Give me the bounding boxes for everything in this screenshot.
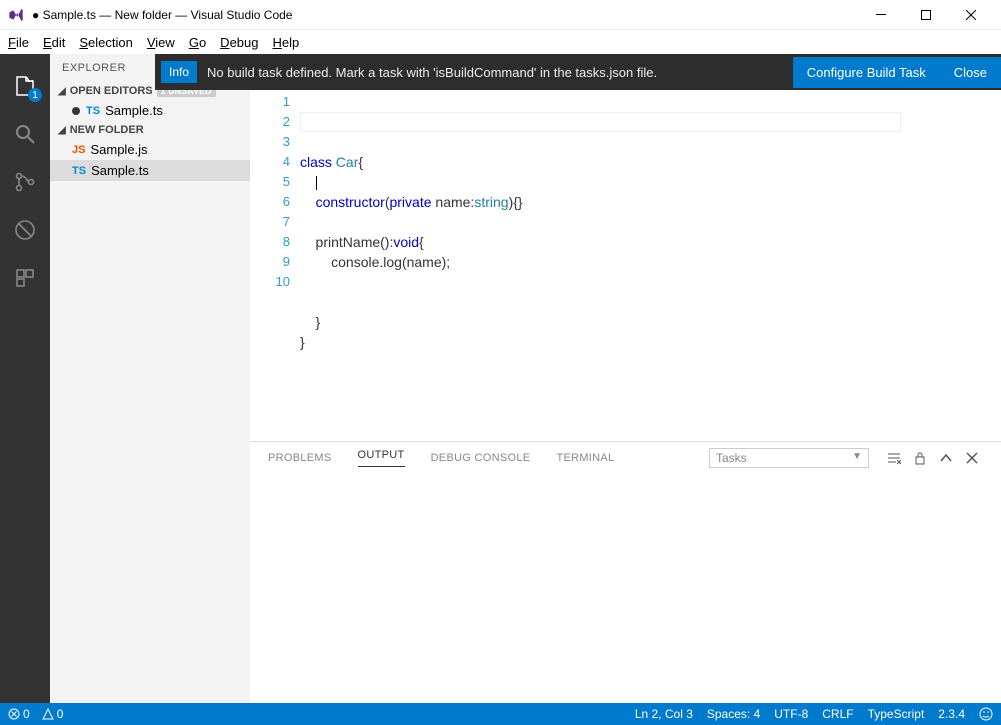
panel-tab-debug-console[interactable]: DEBUG CONSOLE [431, 452, 531, 464]
activity-explorer[interactable]: 1 [0, 62, 50, 110]
status-spaces[interactable]: Spaces: 4 [707, 707, 760, 721]
explorer-badge: 1 [28, 88, 42, 102]
titlebar: ● Sample.ts — New folder — Visual Studio… [0, 0, 1001, 30]
activity-extensions[interactable] [0, 254, 50, 302]
info-tag: Info [161, 61, 197, 83]
activity-bar: 1 [0, 54, 50, 703]
window-title: ● Sample.ts — New folder — Visual Studio… [32, 8, 858, 22]
close-notification-button[interactable]: Close [940, 57, 1001, 88]
code-editor[interactable]: 12345678910 class Car{ constructor(priva… [250, 90, 1001, 441]
folder-header[interactable]: ◢ NEW FOLDER [50, 121, 250, 139]
file-item-js[interactable]: JS Sample.js [50, 139, 250, 160]
file-ext-badge: TS [72, 165, 86, 177]
menu-edit[interactable]: Edit [43, 35, 65, 50]
status-encoding[interactable]: UTF-8 [774, 707, 808, 721]
status-eol[interactable]: CRLF [822, 707, 853, 721]
clear-output-button[interactable] [883, 447, 905, 469]
folder-label: NEW FOLDER [70, 124, 144, 136]
menu-go[interactable]: Go [189, 35, 206, 50]
maximize-panel-button[interactable] [935, 447, 957, 469]
notification-bar: Info No build task defined. Mark a task … [155, 54, 1001, 90]
status-feedback[interactable] [979, 707, 993, 721]
current-line-highlight [300, 112, 901, 132]
output-channel-select[interactable]: Tasks ▼ [709, 448, 869, 468]
menu-selection[interactable]: Selection [79, 35, 132, 50]
bottom-panel: PROBLEMS OUTPUT DEBUG CONSOLE TERMINAL T… [250, 441, 1001, 703]
chevron-down-icon: ▼ [852, 451, 862, 462]
panel-tab-output[interactable]: OUTPUT [358, 449, 405, 467]
line-number-gutter: 12345678910 [250, 90, 300, 441]
close-panel-button[interactable] [961, 447, 983, 469]
maximize-button[interactable] [903, 0, 948, 30]
status-warnings[interactable]: 0 [42, 707, 64, 721]
panel-tab-strip: PROBLEMS OUTPUT DEBUG CONSOLE TERMINAL T… [250, 442, 1001, 474]
menu-view[interactable]: View [147, 35, 175, 50]
menubar: File Edit Selection View Go Debug Help [0, 30, 1001, 54]
panel-tab-problems[interactable]: PROBLEMS [268, 452, 332, 464]
activity-scm[interactable] [0, 158, 50, 206]
status-errors[interactable]: 0 [8, 707, 30, 721]
output-body[interactable] [250, 474, 1001, 703]
file-ext-badge: TS [86, 105, 100, 117]
editor-area: Info No build task defined. Mark a task … [250, 54, 1001, 703]
panel-tab-terminal[interactable]: TERMINAL [556, 452, 614, 464]
status-ln-col[interactable]: Ln 2, Col 3 [635, 707, 693, 721]
file-name: Sample.js [90, 142, 147, 157]
activity-debug[interactable] [0, 206, 50, 254]
minimap[interactable] [941, 90, 1001, 441]
file-name: Sample.ts [105, 103, 163, 118]
vscode-logo-icon [8, 7, 24, 23]
configure-build-task-button[interactable]: Configure Build Task [793, 57, 940, 88]
status-ts-version[interactable]: 2.3.4 [938, 707, 965, 721]
open-editors-label: OPEN EDITORS [70, 85, 153, 97]
open-editor-item[interactable]: TS Sample.ts [50, 100, 250, 121]
file-ext-badge: JS [72, 144, 85, 156]
file-name: Sample.ts [91, 163, 149, 178]
menu-help[interactable]: Help [272, 35, 299, 50]
dirty-dot-icon [72, 107, 80, 115]
file-item-ts[interactable]: TS Sample.ts [50, 160, 250, 181]
status-language[interactable]: TypeScript [868, 707, 925, 721]
menu-file[interactable]: File [8, 35, 29, 50]
activity-search[interactable] [0, 110, 50, 158]
close-window-button[interactable] [948, 0, 993, 30]
lock-scroll-button[interactable] [909, 447, 931, 469]
statusbar: 0 0 Ln 2, Col 3 Spaces: 4 UTF-8 CRLF Typ… [0, 703, 1001, 725]
chevron-down-icon: ◢ [58, 125, 66, 136]
sidebar: EXPLORER ◢ OPEN EDITORS 1 UNSAVED TS Sam… [50, 54, 250, 703]
output-channel-value: Tasks [716, 451, 747, 465]
chevron-down-icon: ◢ [58, 86, 66, 97]
minimize-button[interactable] [858, 0, 903, 30]
code-content[interactable]: class Car{ constructor(private name:stri… [300, 90, 941, 441]
menu-debug[interactable]: Debug [220, 35, 258, 50]
notification-message: No build task defined. Mark a task with … [207, 65, 793, 80]
